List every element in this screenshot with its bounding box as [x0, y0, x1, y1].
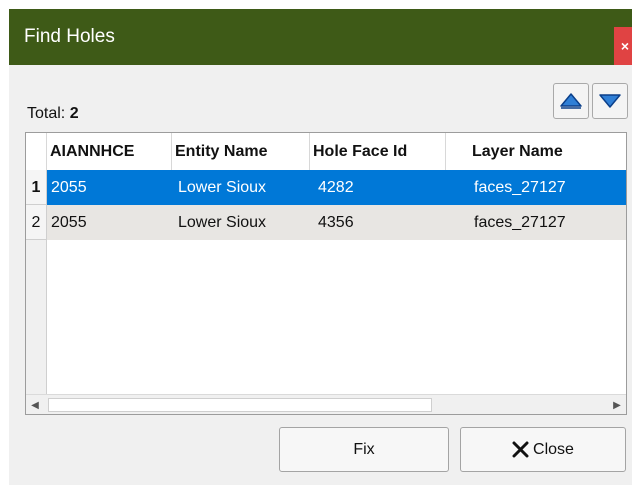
scroll-left-icon[interactable]: ◀	[26, 395, 44, 414]
cell-entity-name[interactable]: Lower Sioux	[172, 170, 310, 205]
cell-hole-face-id[interactable]: 4282	[310, 170, 446, 205]
row-number[interactable]: 2	[26, 205, 47, 240]
fix-button[interactable]: Fix	[279, 427, 449, 472]
cell-hole-face-id[interactable]: 4356	[310, 205, 446, 240]
total-value: 2	[69, 105, 79, 122]
fix-button-label: Fix	[353, 440, 375, 458]
column-header-layer-name[interactable]: Layer Name	[446, 133, 626, 170]
header-corner	[26, 133, 47, 170]
table-header: AIANNHCE Entity Name Hole Face Id Layer …	[26, 133, 626, 171]
horizontal-scrollbar[interactable]: ◀ ▶	[26, 394, 626, 414]
close-icon: ×	[620, 38, 630, 54]
cell-entity-name[interactable]: Lower Sioux	[172, 205, 310, 240]
close-button-label: Close	[533, 440, 574, 458]
find-holes-dialog: Find Holes × Total: 2 AIANNHCE Entity Na…	[9, 9, 632, 485]
row-number-gutter	[26, 240, 47, 394]
table-row[interactable]: 2055 Lower Sioux 4356 faces_27127	[47, 205, 626, 240]
cell-layer-name[interactable]: faces_27127	[446, 205, 626, 240]
total-label: Total:	[27, 105, 66, 122]
scroll-right-icon[interactable]: ▶	[608, 395, 626, 414]
scrollbar-thumb[interactable]	[48, 398, 432, 412]
column-header-hole-face-id[interactable]: Hole Face Id	[310, 133, 446, 170]
close-button[interactable]: Close	[460, 427, 626, 472]
table-row[interactable]: 2055 Lower Sioux 4282 faces_27127	[47, 170, 626, 205]
holes-table[interactable]: AIANNHCE Entity Name Hole Face Id Layer …	[25, 132, 627, 415]
row-number[interactable]: 1	[26, 170, 47, 205]
triangle-down-icon	[599, 94, 621, 108]
total-count: Total: 2	[27, 105, 79, 123]
x-icon	[512, 441, 529, 458]
triangle-up-icon	[560, 93, 582, 109]
cell-aiannhce[interactable]: 2055	[47, 205, 172, 240]
title-close-button[interactable]: ×	[614, 27, 632, 65]
cell-aiannhce[interactable]: 2055	[47, 170, 172, 205]
column-header-entity-name[interactable]: Entity Name	[172, 133, 310, 170]
cell-layer-name[interactable]: faces_27127	[446, 170, 626, 205]
dialog-title: Find Holes	[24, 26, 115, 47]
column-header-aiannhce[interactable]: AIANNHCE	[47, 133, 172, 170]
title-bar[interactable]: Find Holes ×	[9, 9, 632, 65]
move-down-button[interactable]	[592, 83, 628, 119]
move-up-button[interactable]	[553, 83, 589, 119]
